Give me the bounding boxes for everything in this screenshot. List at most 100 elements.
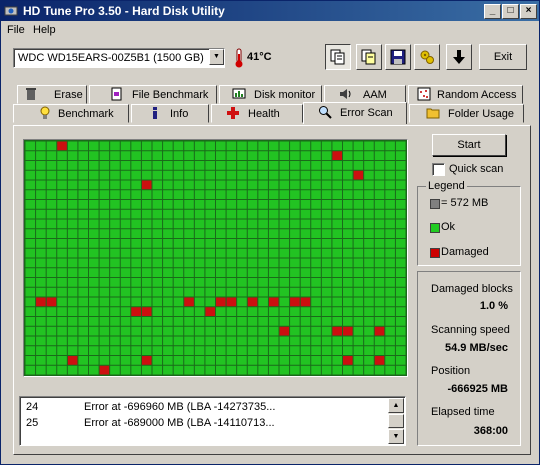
start-button[interactable]: Start (432, 134, 506, 156)
ok-block (36, 161, 46, 170)
ok-block (343, 317, 353, 326)
ok-block (184, 356, 194, 365)
ok-block (226, 151, 237, 160)
ok-block (332, 180, 342, 190)
chevron-down-icon[interactable]: ▼ (209, 49, 224, 65)
ok-block (385, 317, 395, 326)
tab-benchmark[interactable]: Benchmark (13, 104, 129, 123)
close-button[interactable]: × (520, 4, 537, 19)
ok-block (216, 161, 226, 170)
ok-block (300, 229, 311, 238)
ok-block (194, 180, 205, 190)
ok-block (25, 268, 36, 277)
ok-block (353, 326, 364, 336)
ok-block (374, 190, 385, 199)
ok-block (311, 317, 321, 326)
ok-block (353, 248, 364, 258)
ok-block (311, 307, 321, 316)
ok-block (120, 268, 131, 277)
ok-block (385, 180, 395, 190)
ok-block (268, 356, 279, 365)
maximize-button[interactable]: □ (502, 4, 519, 19)
ok-block (141, 365, 152, 375)
tab-file-benchmark[interactable]: File Benchmark (89, 85, 217, 104)
ok-block (36, 317, 46, 326)
tab-erase[interactable]: Erase (17, 85, 87, 104)
ok-block (194, 278, 205, 287)
ok-block (141, 258, 152, 268)
ok-block (268, 209, 279, 219)
ok-block (173, 365, 184, 375)
tab-health[interactable]: Health (211, 104, 303, 123)
ok-block (290, 278, 300, 287)
ok-block (268, 219, 279, 229)
ok-block (353, 219, 364, 229)
ok-block (321, 278, 332, 287)
ok-block (385, 219, 395, 229)
menu-help[interactable]: Help (33, 24, 56, 36)
scroll-thumb[interactable] (388, 414, 404, 428)
download-button[interactable] (446, 44, 472, 70)
ok-block (131, 239, 141, 248)
ok-block (110, 200, 120, 209)
ok-block (120, 258, 131, 268)
ok-block (279, 356, 290, 365)
copy-info-button[interactable] (325, 44, 351, 70)
ok-block (237, 307, 247, 316)
ok-block (247, 326, 258, 336)
ok-block (78, 365, 88, 375)
ok-block (163, 209, 173, 219)
save-button[interactable] (385, 44, 411, 70)
copy-text-button[interactable] (356, 44, 382, 70)
ok-block (279, 219, 290, 229)
ok-block (110, 268, 120, 277)
damaged-block (184, 297, 194, 307)
ok-block (163, 151, 173, 160)
ok-block (321, 317, 332, 326)
ok-block (99, 268, 110, 277)
tab-folder-usage[interactable]: Folder Usage (409, 104, 524, 123)
exit-button[interactable]: Exit (479, 44, 527, 70)
ok-block (194, 209, 205, 219)
ok-block (120, 190, 131, 199)
minimize-button[interactable]: _ (484, 4, 501, 19)
ok-block (237, 278, 247, 287)
error-log-list[interactable]: 24 Error at -696960 MB (LBA -14273735...… (19, 396, 406, 446)
checkbox-box[interactable] (432, 163, 445, 176)
menu-file[interactable]: File (7, 24, 25, 36)
ok-block (258, 287, 268, 297)
scroll-up-icon[interactable]: ▲ (388, 398, 404, 413)
ok-block (194, 248, 205, 258)
tab-info[interactable]: Info (131, 104, 209, 123)
scroll-down-icon[interactable]: ▼ (388, 429, 404, 444)
ok-block (385, 141, 395, 151)
damaged-block (226, 297, 237, 307)
legend-group: Legend = 572 MB Ok Damaged (417, 180, 521, 266)
block-map (23, 139, 408, 377)
ok-block (395, 200, 406, 209)
drive-select[interactable]: WDC WD15EARS-00Z5B1 (1500 GB) ▼ (13, 48, 225, 68)
ok-block (141, 190, 152, 199)
ok-block (131, 170, 141, 180)
ok-block (99, 258, 110, 268)
ok-block (374, 346, 385, 355)
save-icon (390, 49, 406, 65)
damaged-block (343, 326, 353, 336)
ok-block (226, 336, 237, 346)
settings-button[interactable] (414, 44, 440, 70)
ok-block (353, 317, 364, 326)
ok-block (237, 326, 247, 336)
ok-block (353, 161, 364, 170)
ok-block (173, 356, 184, 365)
ok-block (152, 365, 163, 375)
ok-block (216, 317, 226, 326)
tab-error-scan[interactable]: Error Scan (303, 102, 407, 124)
log-scrollbar[interactable]: ▲ ▼ (388, 398, 404, 444)
ok-block (184, 307, 194, 316)
ok-block (67, 287, 78, 297)
ok-block (353, 278, 364, 287)
ok-block (279, 161, 290, 170)
ok-block (205, 258, 215, 268)
block-grid (25, 141, 406, 375)
tab-random-access[interactable]: Random Access (408, 85, 523, 104)
